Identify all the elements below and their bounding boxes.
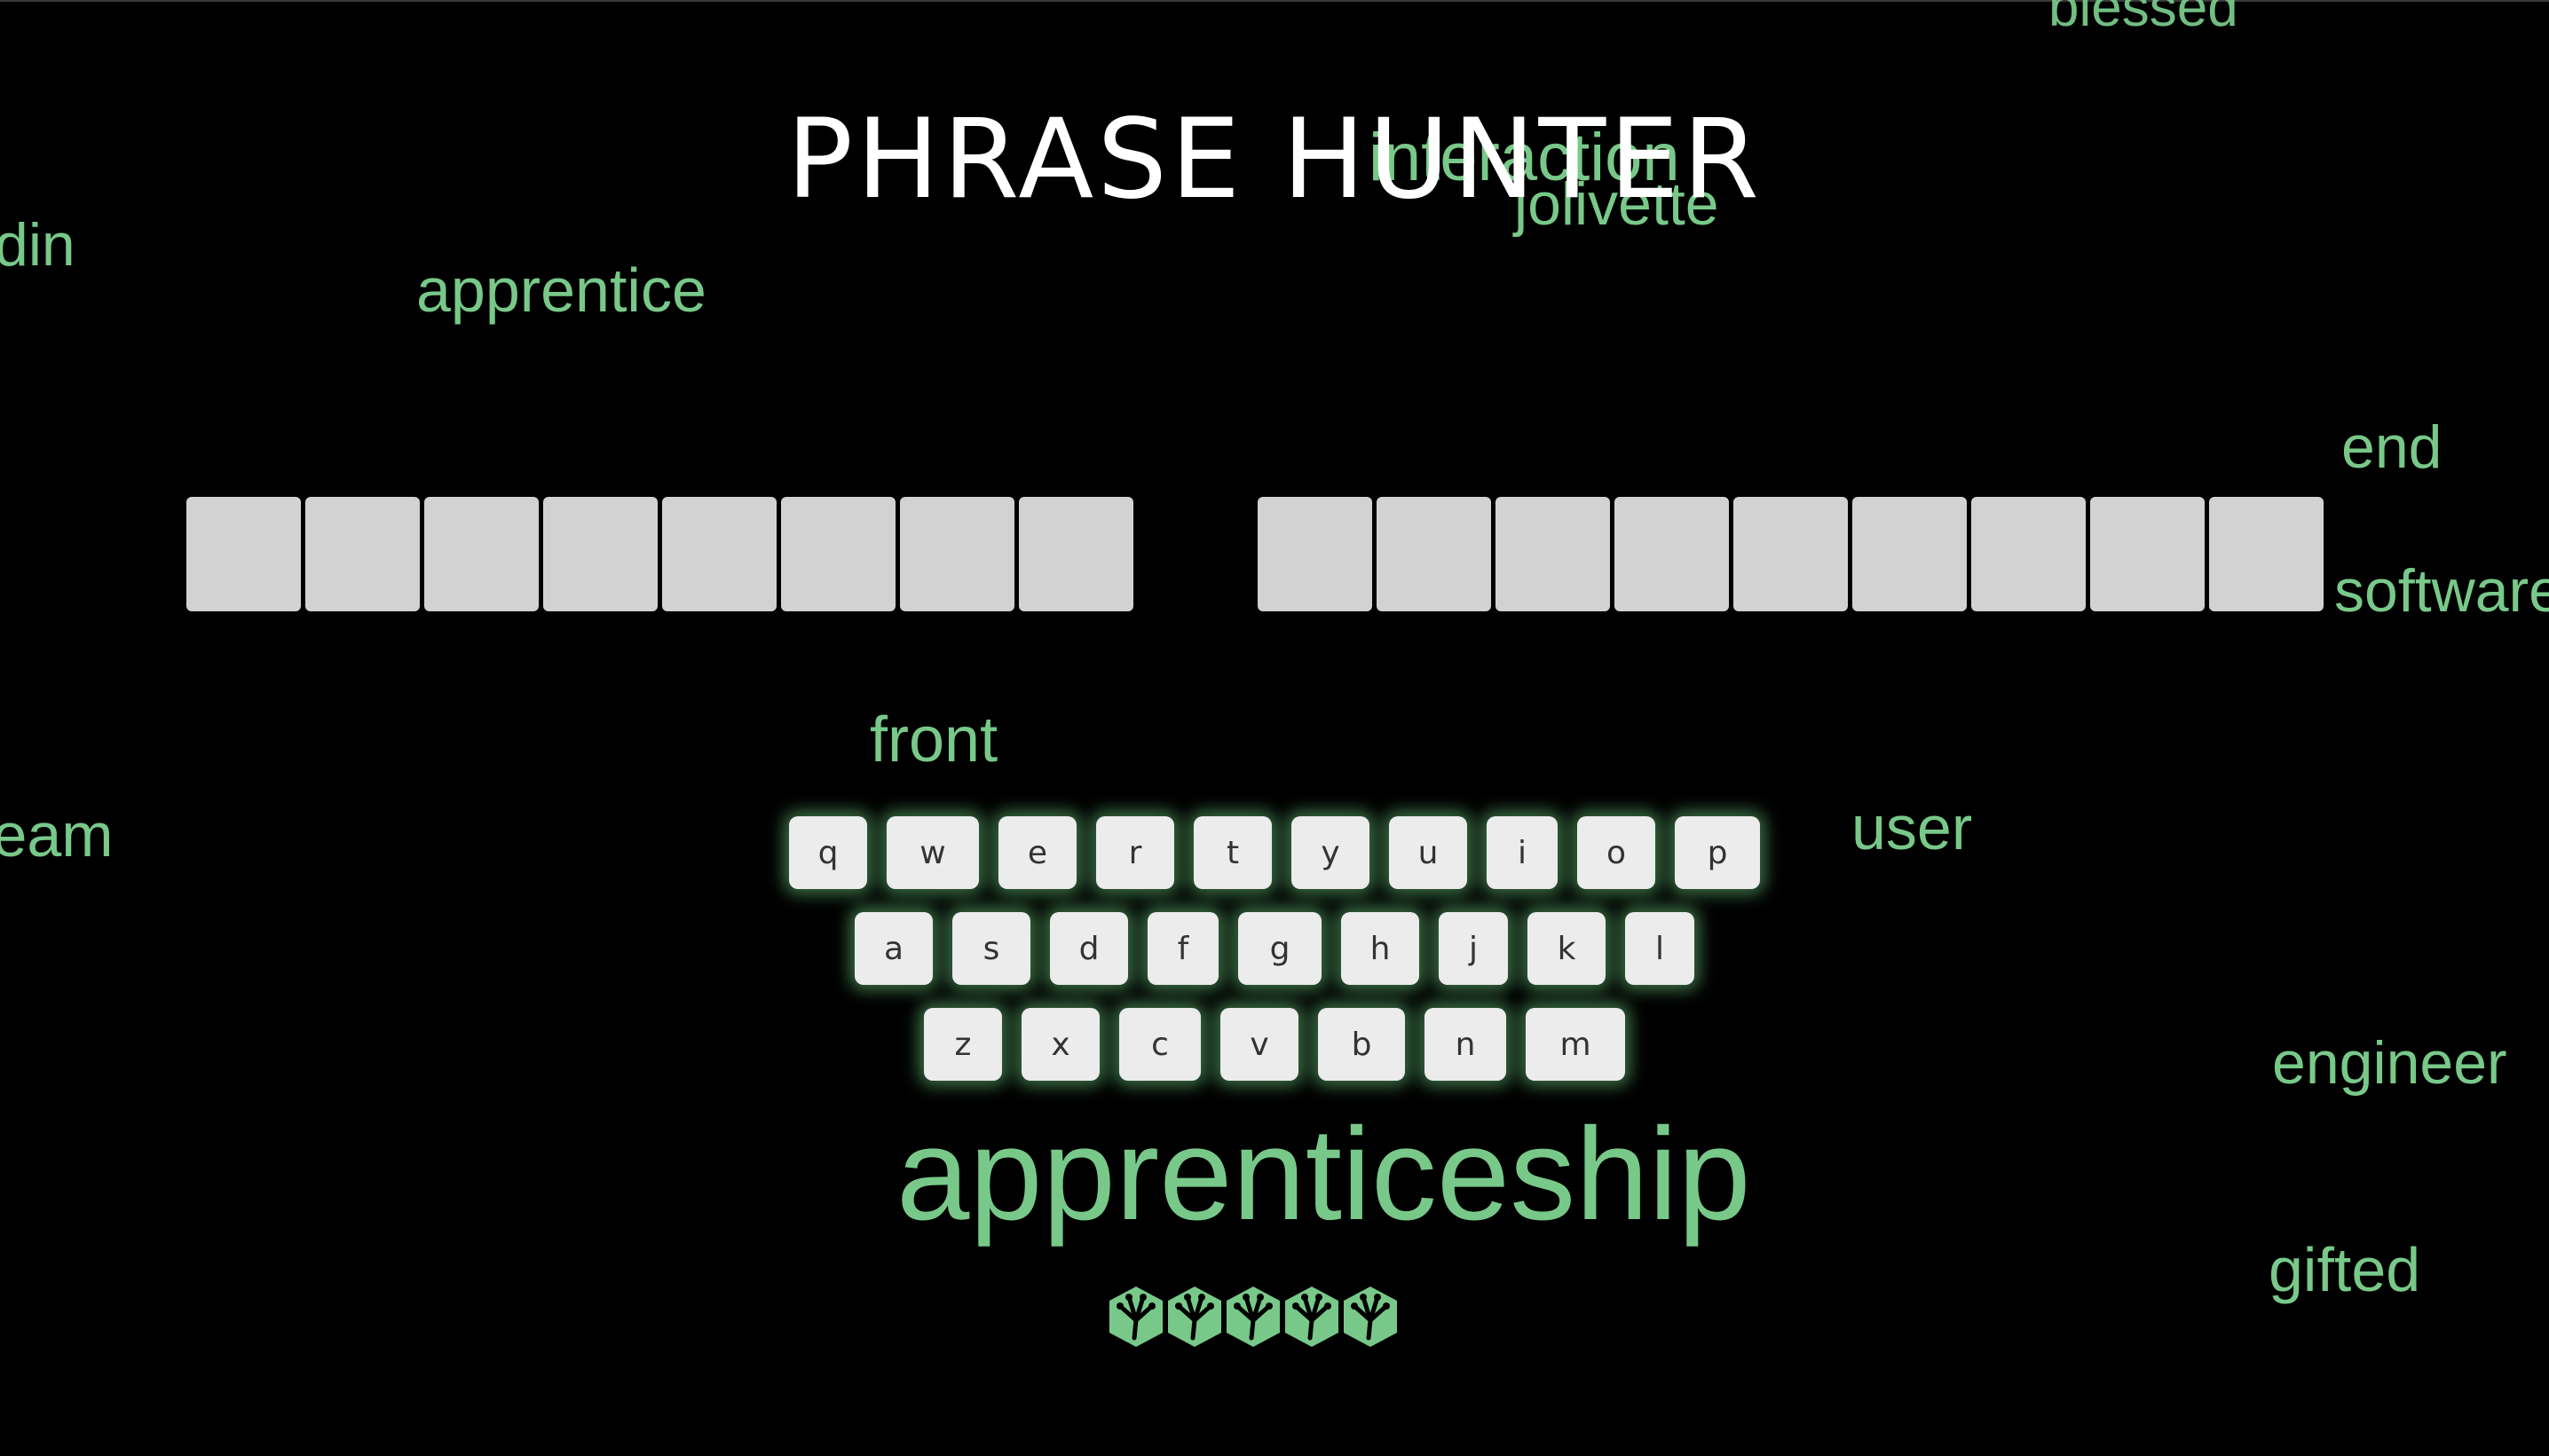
key-y[interactable]: y — [1291, 816, 1369, 889]
bg-word-blessed: blessed — [2048, 0, 2238, 38]
letter-tile — [1495, 497, 1610, 611]
key-e[interactable]: e — [998, 816, 1077, 889]
bg-word-apprentice: apprentice — [416, 256, 706, 325]
bg-word-gifted: gifted — [2269, 1235, 2421, 1304]
key-c[interactable]: c — [1119, 1008, 1201, 1081]
letter-tile — [1377, 497, 1491, 611]
key-t[interactable]: t — [1194, 816, 1272, 889]
letter-tile — [781, 497, 896, 611]
phrase-word — [186, 497, 1133, 611]
key-h[interactable]: h — [1341, 912, 1419, 985]
gecko-foot-icon — [1344, 1287, 1397, 1347]
bg-word-front: front — [870, 704, 998, 775]
keyboard-row: a s d f g h j k l — [0, 912, 2549, 985]
bg-word-end: end — [2341, 413, 2442, 481]
key-j[interactable]: j — [1439, 912, 1508, 985]
key-i[interactable]: i — [1487, 816, 1558, 889]
letter-tile — [2090, 497, 2205, 611]
letter-tile — [900, 497, 1014, 611]
key-q[interactable]: q — [789, 816, 867, 889]
phrase-word — [1258, 497, 2324, 611]
gecko-foot-icon — [1168, 1287, 1221, 1347]
key-b[interactable]: b — [1318, 1008, 1405, 1081]
key-l[interactable]: l — [1625, 912, 1694, 985]
bg-word-software: software — [2334, 557, 2549, 625]
letter-tile — [186, 497, 301, 611]
phrase-board — [186, 497, 2324, 611]
bg-word-din: din — [0, 211, 75, 279]
keyboard-row: z x c v b n m — [0, 1008, 2549, 1081]
key-z[interactable]: z — [924, 1008, 1002, 1081]
key-d[interactable]: d — [1050, 912, 1128, 985]
page-title: PHRASE HUNTER — [786, 96, 1763, 224]
key-g[interactable]: g — [1238, 912, 1322, 985]
bg-word-jolivette: jolivette — [1514, 170, 1719, 238]
key-a[interactable]: a — [855, 912, 933, 985]
key-s[interactable]: s — [952, 912, 1030, 985]
keyboard-row: q w e r t y u i o p — [0, 816, 2549, 889]
key-n[interactable]: n — [1424, 1008, 1506, 1081]
letter-tile — [1733, 497, 1848, 611]
letter-tile — [1971, 497, 2086, 611]
gecko-foot-icon — [1227, 1287, 1280, 1347]
letter-tile — [1019, 497, 1133, 611]
key-r[interactable]: r — [1096, 816, 1174, 889]
key-w[interactable]: w — [887, 816, 979, 889]
letter-tile — [424, 497, 539, 611]
bg-word-apprenticeship: apprenticeship — [896, 1101, 1751, 1247]
key-k[interactable]: k — [1527, 912, 1606, 985]
lives-indicator — [1108, 1285, 1399, 1349]
letter-tile — [305, 497, 420, 611]
letter-tile — [1614, 497, 1729, 611]
gecko-foot-icon — [1285, 1287, 1338, 1347]
letter-tile — [2209, 497, 2324, 611]
key-o[interactable]: o — [1577, 816, 1655, 889]
letter-tile — [543, 497, 658, 611]
letter-tile — [662, 497, 777, 611]
key-p[interactable]: p — [1675, 816, 1760, 889]
key-x[interactable]: x — [1022, 1008, 1100, 1081]
letter-tile — [1258, 497, 1372, 611]
letter-tile — [1852, 497, 1967, 611]
key-v[interactable]: v — [1220, 1008, 1298, 1081]
on-screen-keyboard: q w e r t y u i o p a s d f g h j k l z … — [0, 816, 2549, 1104]
key-m[interactable]: m — [1526, 1008, 1625, 1081]
key-f[interactable]: f — [1148, 912, 1219, 985]
key-u[interactable]: u — [1389, 816, 1467, 889]
gecko-foot-icon — [1109, 1287, 1163, 1347]
